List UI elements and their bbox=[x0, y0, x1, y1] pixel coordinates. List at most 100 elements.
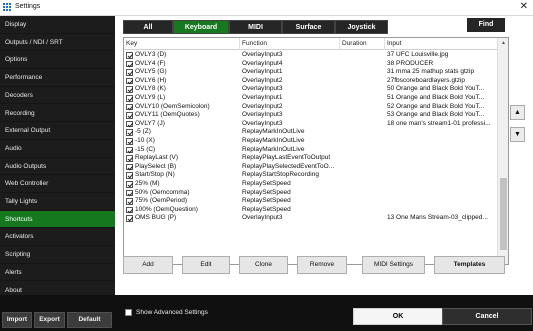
row-enabled-checkbox[interactable] bbox=[126, 86, 133, 93]
tab-keyboard[interactable]: Keyboard bbox=[173, 20, 229, 34]
table-row[interactable]: OVLY8 (K) OverlayInput3 50 Orange and Blac… bbox=[124, 85, 497, 94]
row-enabled-checkbox[interactable] bbox=[126, 146, 133, 154]
row-input: 13 One Mans Stream-03_clipped... bbox=[387, 214, 488, 222]
table-row[interactable]: -10 (X) ReplayMarkInOutLive bbox=[124, 137, 497, 146]
row-input: 37 UFC Louisville.jpg bbox=[387, 51, 449, 58]
table-row[interactable]: -15 (C) ReplayMarkInOutLive bbox=[124, 146, 497, 155]
row-function: OverlayInput3 bbox=[242, 85, 283, 93]
move-up-button[interactable]: ▲ bbox=[510, 105, 525, 120]
export-button[interactable]: Export bbox=[34, 312, 65, 328]
row-key: Start/Stop (N) bbox=[135, 171, 175, 179]
remove-button[interactable]: Remove bbox=[297, 256, 347, 274]
table-row[interactable]: 75% (OemPeriod) ReplaySetSpeed bbox=[124, 197, 497, 206]
sidebar-item-options[interactable]: Options bbox=[0, 51, 115, 70]
sidebar-item-outputs[interactable]: Outputs / NDI / SRT bbox=[0, 34, 115, 52]
sidebar-item-shortcuts[interactable]: Shortcuts bbox=[0, 210, 115, 229]
sidebar-item-audio-outputs[interactable]: Audio Outputs bbox=[0, 158, 115, 176]
scroll-up-icon[interactable]: ▲ bbox=[498, 38, 508, 48]
table-row[interactable]: PlaySelect (B) ReplayPlaySelectedEventToO… bbox=[124, 163, 497, 172]
table-row[interactable]: OVLY3 (D) OverlayInput3 37 UFC Louisville.… bbox=[124, 51, 497, 60]
default-button[interactable]: Default bbox=[67, 312, 112, 328]
row-key: OVLY11 (OemQuotes) bbox=[135, 111, 200, 119]
row-enabled-checkbox[interactable] bbox=[126, 155, 133, 162]
row-enabled-checkbox[interactable] bbox=[126, 189, 133, 197]
table-row[interactable]: 25% (M) ReplaySetSpeed bbox=[124, 180, 497, 189]
row-enabled-checkbox[interactable] bbox=[126, 103, 133, 111]
row-key: 100% (OemQuestion) bbox=[135, 205, 198, 213]
row-enabled-checkbox[interactable] bbox=[126, 215, 133, 222]
cancel-button[interactable]: Cancel bbox=[442, 308, 532, 325]
sidebar-item-decoders[interactable]: Decoders bbox=[0, 87, 115, 105]
row-enabled-checkbox[interactable] bbox=[126, 181, 133, 188]
tab-joystick[interactable]: Joystick bbox=[335, 20, 388, 34]
move-down-button[interactable]: ▼ bbox=[510, 127, 525, 142]
sidebar-item-external-output[interactable]: External Output bbox=[0, 122, 115, 140]
row-enabled-checkbox[interactable] bbox=[126, 138, 133, 145]
clone-button[interactable]: Clone bbox=[239, 256, 288, 274]
row-input: 27fbscoreboardlayers.gtzip bbox=[387, 76, 466, 84]
import-button[interactable]: Import bbox=[2, 312, 32, 328]
row-enabled-checkbox[interactable] bbox=[126, 129, 133, 136]
table-row[interactable]: 50% (Oemcomma) ReplaySetSpeed bbox=[124, 189, 497, 198]
sidebar-item-tally-lights[interactable]: Tally Lights bbox=[0, 193, 115, 211]
midi-settings-button[interactable]: MIDI Settings bbox=[362, 256, 425, 274]
table-row[interactable]: OVLY9 (L) OverlayInput1 51 Orange and Blac… bbox=[124, 94, 497, 103]
table-row[interactable]: Start/Stop (N) ReplayStartStopRecording bbox=[124, 171, 497, 180]
scroll-thumb[interactable] bbox=[500, 178, 507, 250]
row-enabled-checkbox[interactable] bbox=[126, 60, 133, 68]
row-key: PlaySelect (B) bbox=[135, 162, 177, 170]
row-enabled-checkbox[interactable] bbox=[126, 52, 133, 59]
close-icon[interactable]: ✕ bbox=[520, 1, 528, 13]
add-button[interactable]: Add bbox=[123, 256, 173, 274]
row-enabled-checkbox[interactable] bbox=[126, 163, 133, 171]
sidebar-item-web-controller[interactable]: Web Controller bbox=[0, 175, 115, 193]
tab-midi[interactable]: MIDI bbox=[229, 20, 282, 34]
show-advanced-checkbox[interactable] bbox=[125, 309, 132, 316]
row-enabled-checkbox[interactable] bbox=[126, 69, 133, 76]
column-header-key[interactable]: Key bbox=[124, 38, 240, 50]
templates-button[interactable]: Templates bbox=[434, 256, 505, 274]
sidebar-item-audio[interactable]: Audio bbox=[0, 140, 115, 158]
row-key: OVLY5 (G) bbox=[135, 68, 167, 76]
row-enabled-checkbox[interactable] bbox=[126, 206, 133, 214]
row-key: -10 (X) bbox=[135, 137, 155, 144]
table-row[interactable]: 100% (OemQuestion) ReplaySetSpeed bbox=[124, 206, 497, 215]
column-header-function[interactable]: Function bbox=[240, 38, 340, 50]
edit-button[interactable]: Edit bbox=[182, 256, 230, 274]
row-enabled-checkbox[interactable] bbox=[126, 95, 133, 102]
table-row[interactable]: ReplayLast (V) ReplayPlayLastEventToOutpu… bbox=[124, 154, 497, 163]
find-button[interactable]: Find bbox=[467, 18, 505, 32]
table-row[interactable]: OMS BUG (P) OverlayInput3 13 One Mans Stre… bbox=[124, 214, 497, 223]
row-key: OVLY10 (OemSemicolon) bbox=[135, 102, 210, 110]
row-enabled-checkbox[interactable] bbox=[126, 77, 133, 85]
sidebar-item-activators[interactable]: Activators bbox=[0, 228, 115, 247]
window-title: Settings bbox=[15, 3, 41, 10]
table-row[interactable]: OVLY7 (J) OverlayInput3 18 one man's strea… bbox=[124, 120, 497, 129]
row-function: ReplaySetSpeed bbox=[242, 197, 291, 205]
sidebar-item-alerts[interactable]: Alerts bbox=[0, 264, 115, 282]
sidebar-item-recording[interactable]: Recording bbox=[0, 105, 115, 123]
row-function: ReplayStartStopRecording bbox=[242, 171, 319, 179]
row-key: 50% (Oemcomma) bbox=[135, 188, 190, 196]
sidebar-item-performance[interactable]: Performance bbox=[0, 69, 115, 87]
table-row[interactable]: -5 (Z) ReplayMarkInOutLive bbox=[124, 128, 497, 137]
row-enabled-checkbox[interactable] bbox=[126, 172, 133, 179]
column-header-input[interactable]: Input bbox=[385, 38, 497, 50]
row-enabled-checkbox[interactable] bbox=[126, 120, 133, 128]
table-row[interactable]: OVLY5 (G) OverlayInput1 31 mma 25 mathup s… bbox=[124, 68, 497, 77]
sidebar-item-scripting[interactable]: Scripting bbox=[0, 246, 115, 264]
sidebar-button-bar: Import Export Default bbox=[0, 295, 115, 331]
row-enabled-checkbox[interactable] bbox=[126, 198, 133, 205]
tab-surface[interactable]: Surface bbox=[282, 20, 335, 34]
list-scrollbar[interactable]: ▲ ▼ bbox=[497, 38, 508, 264]
column-header-duration[interactable]: Duration bbox=[340, 38, 385, 50]
tab-all[interactable]: All bbox=[123, 20, 173, 34]
show-advanced-label: Show Advanced Settings bbox=[136, 309, 208, 316]
table-row[interactable]: OVLY10 (OemSemicolon) OverlayInput2 52 Ora… bbox=[124, 103, 497, 112]
table-row[interactable]: OVLY6 (H) OverlayInput2 27fbscoreboardlaye… bbox=[124, 77, 497, 86]
table-row[interactable]: OVLY11 (OemQuotes) OverlayInput3 53 Orange… bbox=[124, 111, 497, 120]
table-row[interactable]: OVLY4 (F) OverlayInput4 38 PRODUCER bbox=[124, 60, 497, 69]
sidebar-item-display[interactable]: Display bbox=[0, 16, 115, 34]
row-enabled-checkbox[interactable] bbox=[126, 112, 133, 119]
ok-button[interactable]: OK bbox=[353, 308, 443, 325]
